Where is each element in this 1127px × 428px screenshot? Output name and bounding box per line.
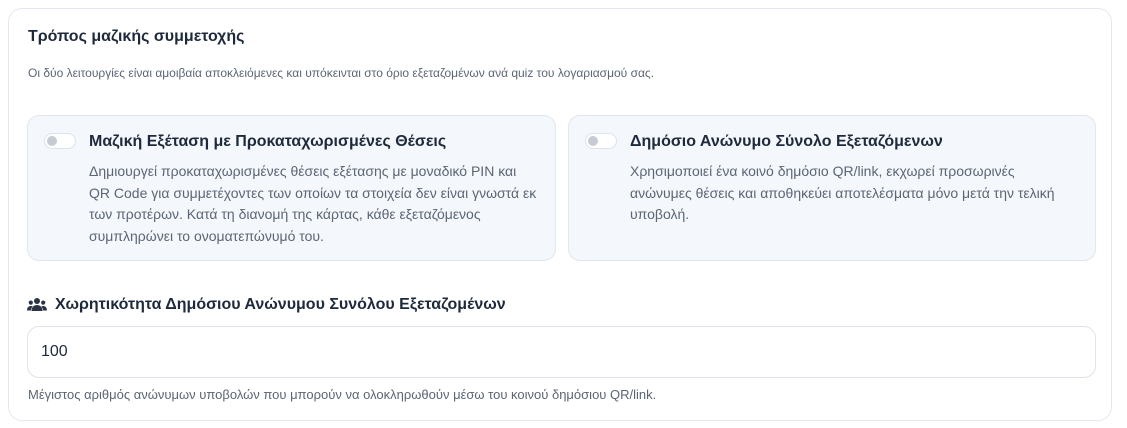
capacity-input[interactable]: [27, 326, 1096, 378]
option-card-public-anonymous[interactable]: Δημόσιο Ανώνυμο Σύνολο Εξεταζόμενων Χρησ…: [568, 115, 1096, 261]
capacity-label-row: Χωρητικότητα Δημόσιου Ανώνυμου Συνόλου Ε…: [27, 296, 506, 314]
option-title: Μαζική Εξέταση με Προκαταχωρισμένες Θέσε…: [89, 133, 447, 150]
option-card-preassigned-seats[interactable]: Μαζική Εξέταση με Προκαταχωρισμένες Θέσε…: [27, 115, 556, 261]
preassigned-seats-toggle[interactable]: [44, 133, 76, 149]
users-icon: [27, 298, 47, 311]
public-anonymous-toggle[interactable]: [585, 133, 617, 149]
section-description: Οι δύο λειτουργίες είναι αμοιβαία αποκλε…: [28, 66, 655, 80]
bulk-participation-panel: Τρόπος μαζικής συμμετοχής Οι δύο λειτουρ…: [8, 8, 1112, 421]
toggle-knob: [47, 136, 57, 146]
option-description: Δημιουργεί προκαταχωρισμένες θέσεις εξέτ…: [89, 163, 537, 244]
section-title: Τρόπος μαζικής συμμετοχής: [28, 28, 245, 45]
option-title: Δημόσιο Ανώνυμο Σύνολο Εξεταζόμενων: [630, 133, 943, 150]
option-description: Χρησιμοποιεί ένα κοινό δημόσιο QR/link, …: [630, 163, 1055, 222]
toggle-knob: [588, 136, 598, 146]
capacity-help-text: Μέγιστος αριθμός ανώνυμων υποβολών που μ…: [28, 387, 657, 402]
capacity-label: Χωρητικότητα Δημόσιου Ανώνυμου Συνόλου Ε…: [55, 296, 506, 313]
